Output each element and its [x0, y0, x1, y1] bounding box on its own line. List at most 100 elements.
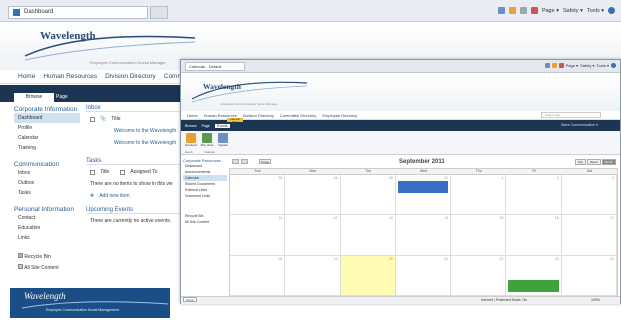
sidebar-item-calendar[interactable]: Calendar [14, 133, 80, 143]
sidebar-group-heading[interactable]: Corporate Resources [183, 158, 227, 163]
new-tab-button[interactable] [150, 6, 168, 19]
feeds-icon[interactable] [551, 63, 557, 68]
tab-page[interactable]: Page [202, 124, 210, 128]
day-cell[interactable]: 29 [285, 175, 341, 216]
upgrade-button[interactable]: Upgrade [216, 133, 230, 151]
sidebar-group-heading[interactable]: Personal Information [14, 206, 80, 213]
day-cell[interactable]: 24 [561, 255, 617, 296]
list-item[interactable]: Welcome to the Wavelength [86, 136, 181, 148]
view-week-button[interactable]: Week [587, 159, 601, 165]
help-icon[interactable] [611, 63, 616, 68]
search-input[interactable]: Search site [541, 112, 601, 118]
day-cell[interactable]: 2 [506, 175, 562, 216]
column-assigned-to[interactable]: Assigned To [130, 169, 157, 175]
sidebar-item-tasks[interactable]: Tasks [14, 188, 80, 198]
day-cell[interactable]: 22 [451, 255, 507, 296]
inbox-item-link[interactable]: Welcome to the Wavelength [114, 140, 176, 146]
all-site-content-link[interactable]: All Site Content [183, 219, 227, 225]
site-logo[interactable]: Wavelength [203, 82, 241, 91]
sidebar-item-document-links[interactable]: Document Links [183, 193, 227, 199]
day-cell[interactable]: 13 [340, 215, 396, 256]
page-menu[interactable]: Page ▾ [542, 8, 559, 14]
tab-page[interactable]: Page [56, 94, 68, 100]
sidebar-group-heading[interactable]: Communication [14, 161, 80, 168]
day-cell[interactable]: 31 [395, 175, 452, 216]
day-cell[interactable]: 19 [285, 255, 341, 296]
tab-browse[interactable]: Browse [185, 124, 197, 128]
day-cell-today[interactable]: 20 [340, 255, 396, 296]
nav-home[interactable]: Home [18, 73, 35, 80]
print-icon[interactable] [530, 7, 538, 14]
nav-home[interactable]: Home [187, 113, 198, 118]
next-month-button[interactable] [241, 159, 248, 164]
zoom-level[interactable]: 100% [591, 298, 600, 302]
nav-employee-directory[interactable]: Employee Directory [322, 113, 357, 118]
select-all-checkbox[interactable] [90, 116, 95, 122]
all-site-content-link[interactable]: All Site Content [14, 262, 80, 273]
view-day-button[interactable]: Day [574, 159, 587, 165]
front-browser-tab[interactable]: Calendar - Default [185, 62, 245, 71]
safety-menu[interactable]: Safety ▾ [580, 63, 594, 68]
day-cell[interactable]: 18 [230, 255, 286, 296]
day-cell[interactable]: 11 [230, 215, 286, 256]
day-cell[interactable]: 15 [451, 215, 507, 256]
view-month-button[interactable]: Month [601, 159, 616, 165]
filter-views-button[interactable]: Filter Views [200, 133, 214, 151]
tools-menu[interactable]: Tools ▾ [597, 63, 609, 68]
column-title[interactable]: Title [111, 116, 120, 122]
new-event-button[interactable]: New Event [184, 133, 198, 151]
day-cell[interactable]: 1 [451, 175, 507, 216]
tab-events[interactable]: Events [214, 124, 230, 128]
sidebar-item-links[interactable]: Links [14, 233, 80, 243]
tab-browse[interactable]: Browse [14, 93, 54, 102]
events-heading[interactable]: Upcoming Events [86, 207, 181, 214]
tools-menu[interactable]: Tools ▾ [587, 8, 604, 14]
front-browser-window[interactable]: Calendar - Default Page ▾ Safety ▾ Tools… [180, 59, 621, 304]
help-icon[interactable] [608, 7, 615, 14]
nav-division-directory[interactable]: Division Directory [105, 73, 156, 80]
sidebar-item-profile[interactable]: Profile [14, 123, 80, 133]
sidebar-item-education[interactable]: Education [14, 223, 80, 233]
calendar-event[interactable] [397, 181, 449, 193]
column-title[interactable]: Title [100, 169, 109, 175]
today-button[interactable]: Today [259, 159, 271, 164]
site-logo[interactable]: Wavelength [40, 30, 96, 42]
home-icon[interactable] [497, 7, 505, 14]
inbox-heading[interactable]: Inbox [86, 105, 181, 112]
day-cell[interactable]: 17 [561, 215, 617, 256]
sidebar-item-training[interactable]: Training [14, 143, 80, 153]
day-cell[interactable]: 21 [395, 255, 452, 296]
sidebar-item-inbox[interactable]: Inbox [14, 168, 80, 178]
nav-human-resources[interactable]: Human Resources [204, 113, 237, 118]
print-icon[interactable] [558, 63, 564, 68]
sidebar-item-contact[interactable]: Contact [14, 213, 80, 223]
nav-human-resources[interactable]: Human Resources [43, 73, 97, 80]
day-cell[interactable]: 16 [506, 215, 562, 256]
add-new-item-link[interactable]: ✚ Add new item [86, 189, 181, 201]
day-cell[interactable]: 28 [230, 175, 286, 216]
sidebar-item-dashboard[interactable]: Dashboard [14, 113, 80, 123]
select-all-checkbox[interactable] [90, 169, 95, 175]
day-cell[interactable]: 30 [340, 175, 396, 216]
page-menu[interactable]: Page ▾ [566, 63, 578, 68]
day-cell[interactable]: 12 [285, 215, 341, 256]
tasks-heading[interactable]: Tasks [86, 158, 181, 165]
security-zone[interactable]: Internet | Protected Mode: On [481, 298, 527, 302]
nav-division-directory[interactable]: Division Directory [243, 113, 274, 118]
nav-committee-directory[interactable]: Committee Directory [280, 113, 316, 118]
day-cell[interactable]: 3 [561, 175, 617, 216]
column-checkbox[interactable] [120, 169, 126, 175]
feeds-icon[interactable] [508, 7, 516, 14]
recycle-bin-link[interactable]: Recycle Bin [14, 251, 80, 262]
back-browser-tab[interactable]: Dashboard [8, 6, 148, 19]
day-cell[interactable]: 23 [506, 255, 562, 296]
day-cell[interactable]: 14 [395, 215, 452, 256]
sidebar-group-heading[interactable]: Corporate Information [14, 106, 80, 113]
home-icon[interactable] [544, 63, 550, 68]
safety-menu[interactable]: Safety ▾ [563, 8, 583, 14]
calendar-event[interactable] [508, 279, 559, 292]
list-item[interactable]: Welcome to the Wavelength [86, 124, 181, 136]
sidebar-item-outbox[interactable]: Outbox [14, 178, 80, 188]
prev-month-button[interactable] [232, 159, 239, 164]
inbox-item-link[interactable]: Welcome to the Wavelength [114, 128, 176, 134]
